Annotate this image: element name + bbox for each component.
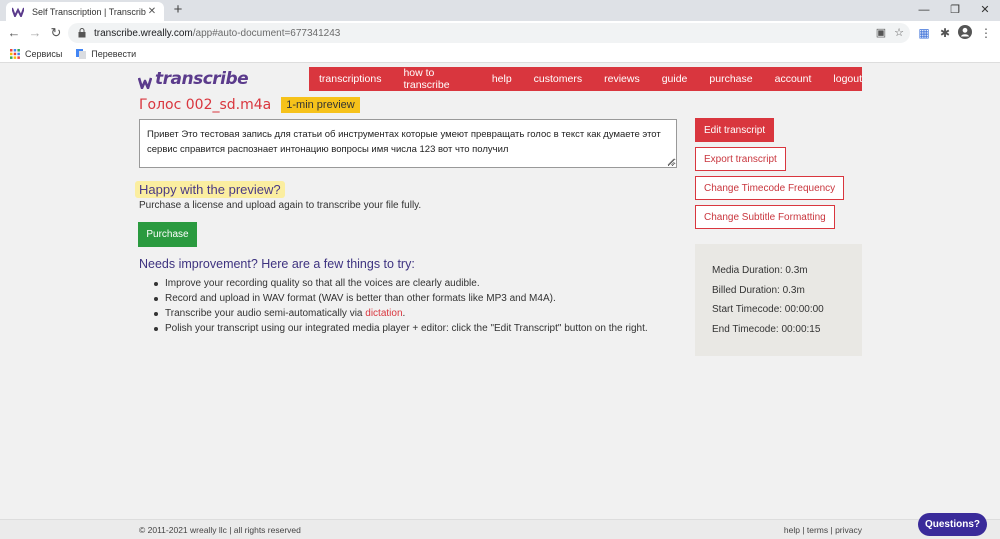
tips-list: Improve your recording quality so that a… xyxy=(154,276,648,336)
back-arrow-icon[interactable]: ← xyxy=(6,25,22,41)
questions-chat-button[interactable]: Questions? xyxy=(918,513,987,536)
google-translate-icon xyxy=(76,48,87,59)
footer-links: help | terms | privacy xyxy=(784,525,862,535)
browser-toolbar: ← → ↻ transcribe.wreally.com/app#auto-do… xyxy=(0,21,1000,45)
happy-subtitle: Purchase a license and upload again to t… xyxy=(139,200,422,211)
forward-arrow-icon[interactable]: → xyxy=(27,25,43,41)
transcript-text: Привет Это тестовая запись для статьи об… xyxy=(147,129,661,155)
transcript-preview-textarea[interactable]: Привет Это тестовая запись для статьи об… xyxy=(139,119,677,168)
new-tab-button[interactable]: + xyxy=(170,2,186,18)
window-close-icon[interactable]: ✕ xyxy=(975,1,995,19)
purchase-button[interactable]: Purchase xyxy=(138,222,197,247)
logo-text: transcribe xyxy=(155,69,249,89)
nav-reviews[interactable]: reviews xyxy=(604,73,640,85)
dictation-link[interactable]: dictation xyxy=(365,308,402,319)
tab-close-icon[interactable]: ✕ xyxy=(146,6,158,17)
site-logo[interactable]: transcribe xyxy=(138,67,249,89)
browser-tabstrip: Self Transcription | Transcribe ✕ + — ❐ … xyxy=(0,0,1000,21)
resize-grip-icon[interactable] xyxy=(667,158,675,166)
nav-help[interactable]: help xyxy=(492,73,512,85)
transcribe-favicon-icon xyxy=(12,7,24,17)
reload-icon[interactable]: ↻ xyxy=(48,25,64,41)
apps-grid-icon xyxy=(10,48,20,59)
page-footer: © 2011-2021 wreally llc | all rights res… xyxy=(0,519,1000,539)
list-item: Polish your transcript using our integra… xyxy=(154,323,648,334)
edit-transcript-button[interactable]: Edit transcript xyxy=(695,118,775,142)
maximize-icon[interactable]: ❐ xyxy=(945,1,965,19)
nav-logout[interactable]: logout xyxy=(833,73,862,85)
tab-title: Self Transcription | Transcribe xyxy=(32,6,146,17)
change-timecode-frequency-button[interactable]: Change Timecode Frequency xyxy=(695,176,845,200)
start-timecode: Start Timecode: 00:00:00 xyxy=(712,304,824,315)
file-name: Голос 002_sd.m4a xyxy=(139,97,272,113)
bookmark-label: Сервисы xyxy=(25,48,63,59)
change-subtitle-formatting-button[interactable]: Change Subtitle Formatting xyxy=(695,205,835,229)
list-item: Transcribe your audio semi-automatically… xyxy=(154,306,648,321)
footer-separator: | xyxy=(799,525,807,535)
extensions-puzzle-icon[interactable]: ✱ xyxy=(937,25,953,41)
footer-terms-link[interactable]: terms xyxy=(807,525,828,535)
nav-customers[interactable]: customers xyxy=(534,73,582,85)
export-transcript-button[interactable]: Export transcript xyxy=(695,147,786,171)
footer-help-link[interactable]: help xyxy=(784,525,800,535)
url-host: transcribe.wreally.com xyxy=(94,27,193,39)
nav-purchase[interactable]: purchase xyxy=(709,73,752,85)
nav-transcriptions[interactable]: transcriptions xyxy=(319,73,381,85)
bookmarks-bar: Сервисы Перевести xyxy=(0,45,1000,63)
bookmark-translate[interactable]: Перевести xyxy=(76,48,137,59)
profile-avatar-icon[interactable] xyxy=(957,25,973,41)
address-bar[interactable]: transcribe.wreally.com/app#auto-document… xyxy=(68,23,910,43)
transcribe-logo-icon xyxy=(138,77,152,89)
tip-text: . xyxy=(402,308,406,319)
url-path: /app#auto-document=677341243 xyxy=(192,27,341,39)
nav-account[interactable]: account xyxy=(775,73,812,85)
preview-badge: 1-min preview xyxy=(281,97,360,113)
translate-page-icon[interactable]: ▣ xyxy=(876,26,886,39)
main-navbar: transcriptions how to transcribe help cu… xyxy=(309,67,862,91)
nav-guide[interactable]: guide xyxy=(662,73,688,85)
improve-heading: Needs improvement? Here are a few things… xyxy=(139,257,415,271)
copyright-text: © 2011-2021 wreally llc | all rights res… xyxy=(139,525,301,535)
lock-icon xyxy=(78,28,86,38)
footer-privacy-link[interactable]: privacy xyxy=(835,525,862,535)
bookmark-star-icon[interactable]: ☆ xyxy=(894,26,904,39)
page-content: transcribe transcriptions how to transcr… xyxy=(0,63,1000,519)
billed-duration: Billed Duration: 0.3m xyxy=(712,284,805,296)
media-info-panel: Media Duration: 0.3m Billed Duration: 0.… xyxy=(695,244,862,356)
list-item: Record and upload in WAV format (WAV is … xyxy=(154,291,648,306)
end-timecode: End Timecode: 00:00:15 xyxy=(712,323,821,335)
browser-menu-icon[interactable]: ⋮ xyxy=(978,25,994,41)
browser-tab[interactable]: Self Transcription | Transcribe ✕ xyxy=(6,2,164,21)
tip-text: Transcribe your audio semi-automatically… xyxy=(165,308,366,319)
google-translate-extension-icon[interactable]: ▦ xyxy=(916,25,932,41)
file-title: Голос 002_sd.m4a 1-min preview xyxy=(139,97,360,113)
happy-heading: Happy with the preview? xyxy=(135,181,285,198)
bookmark-services[interactable]: Сервисы xyxy=(10,48,63,59)
bookmark-label: Перевести xyxy=(91,48,137,59)
nav-how-to-transcribe[interactable]: how to transcribe xyxy=(403,67,469,91)
list-item: Improve your recording quality so that a… xyxy=(154,276,648,291)
minimize-icon[interactable]: — xyxy=(914,1,934,19)
media-duration: Media Duration: 0.3m xyxy=(712,265,808,276)
